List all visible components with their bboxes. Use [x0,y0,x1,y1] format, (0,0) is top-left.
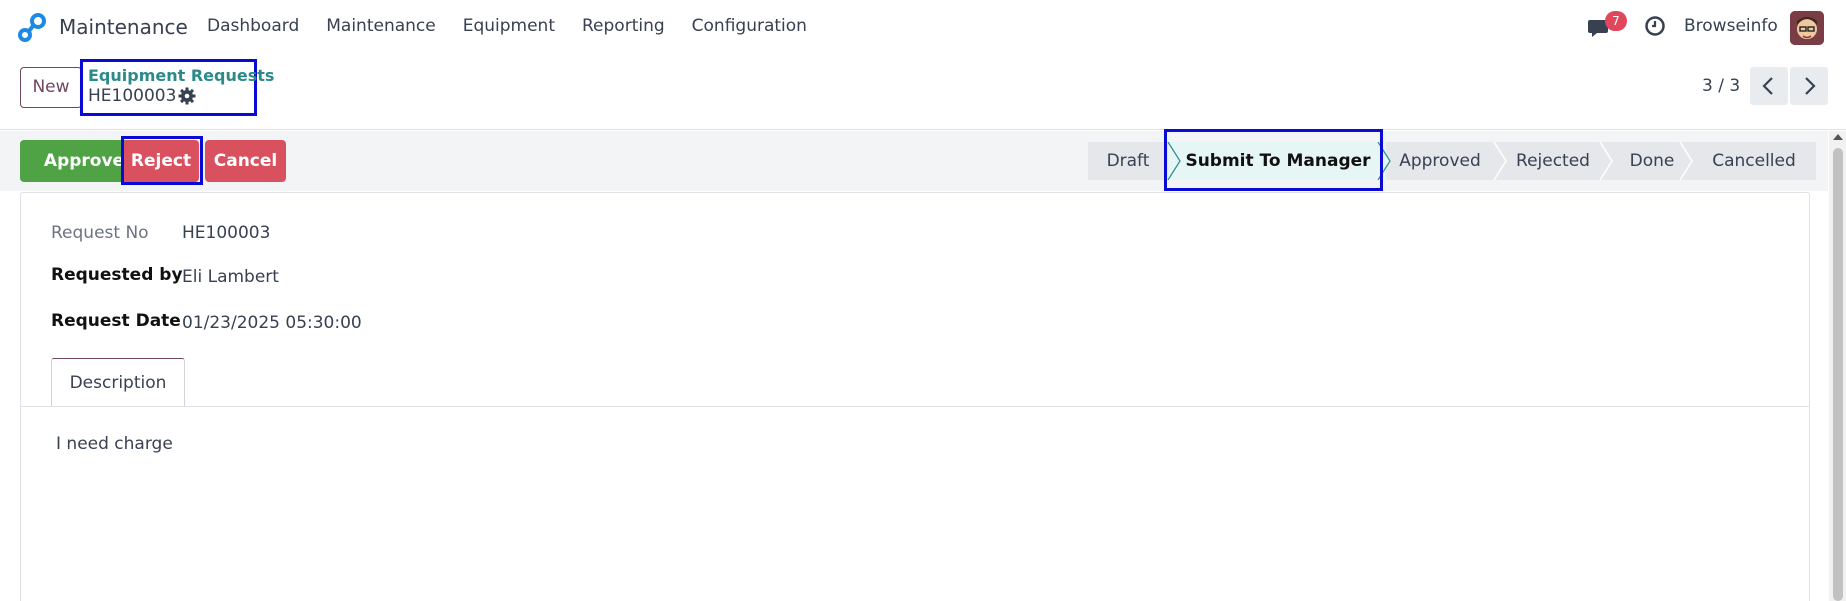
menu-item-reporting[interactable]: Reporting [582,16,665,36]
new-button[interactable]: New [20,67,82,108]
cancel-button[interactable]: Cancel [205,140,286,182]
menu-item-equipment[interactable]: Equipment [463,16,555,36]
chat-count-badge: 7 [1605,11,1627,31]
tab-divider [20,406,1810,407]
tab-description[interactable]: Description [51,358,185,407]
pager-previous-button[interactable] [1750,67,1788,105]
request-date-field[interactable]: 01/23/2025 05:30:00 [182,313,362,333]
breadcrumb-current: HE100003 [88,86,177,106]
requested-by-label: Requested by [51,265,183,285]
active-stage-highlight [1164,129,1383,191]
main-menu: Dashboard Maintenance Equipment Reportin… [207,16,834,36]
chevron-right-icon [1805,77,1816,95]
scrollbar-thumb[interactable] [1833,148,1843,601]
app-title[interactable]: Maintenance [59,15,188,39]
control-panel: New Equipment Requests HE100003 3 / 3 [0,54,1846,130]
breadcrumb-parent-link[interactable]: Equipment Requests [88,66,274,85]
pager-value[interactable]: 3 / 3 [1702,76,1740,96]
clock-icon[interactable] [1644,15,1666,37]
request-no-label: Request No [51,223,149,243]
requested-by-field[interactable]: Eli Lambert [182,267,279,287]
chevron-left-icon [1762,77,1773,95]
scroll-up-arrow-icon[interactable] [1833,134,1843,140]
description-text[interactable]: I need charge [56,434,173,454]
reject-highlight [121,136,203,185]
gear-icon[interactable] [178,87,196,105]
request-date-label: Request Date [51,311,181,331]
pager-next-button[interactable] [1790,67,1828,105]
app-logo-icon[interactable] [17,13,47,43]
menu-item-configuration[interactable]: Configuration [692,16,807,36]
menu-item-dashboard[interactable]: Dashboard [207,16,299,36]
menu-item-maintenance[interactable]: Maintenance [326,16,435,36]
top-navbar: Maintenance Dashboard Maintenance Equipm… [0,0,1846,54]
user-avatar[interactable] [1790,11,1824,45]
form-sheet [20,192,1810,601]
request-no-value: HE100003 [182,223,271,243]
user-name[interactable]: Browseinfo [1684,16,1778,36]
